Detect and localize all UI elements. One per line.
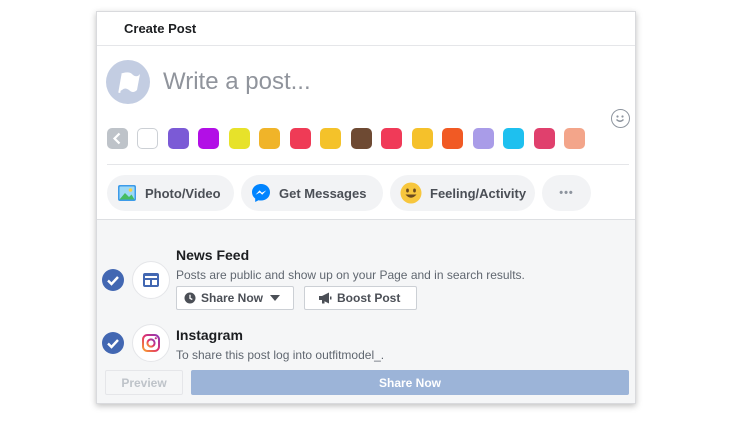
checkmark-icon bbox=[107, 339, 119, 349]
background-swatch[interactable] bbox=[472, 128, 494, 149]
background-swatch[interactable] bbox=[442, 128, 463, 149]
chevron-left-icon bbox=[112, 132, 121, 145]
dialog-header: Create Post bbox=[97, 12, 635, 46]
share-now-label: Share Now bbox=[378, 375, 441, 390]
create-post-dialog: Create Post Write a post... Photo/Video … bbox=[96, 11, 636, 404]
more-icon: ••• bbox=[559, 187, 574, 199]
background-picker bbox=[107, 128, 627, 152]
background-swatch[interactable] bbox=[381, 128, 402, 149]
post-actions: Photo/Video Get Messages Feeling/Activit… bbox=[107, 175, 627, 211]
instagram-icon bbox=[132, 324, 170, 362]
composer[interactable]: Write a post... bbox=[97, 46, 635, 132]
checkmark-icon bbox=[107, 276, 119, 286]
background-swatch[interactable] bbox=[137, 128, 158, 149]
background-picker-collapse-button[interactable] bbox=[107, 128, 128, 149]
instagram-checkbox[interactable] bbox=[102, 332, 124, 354]
news-feed-icon bbox=[132, 261, 170, 299]
background-swatch[interactable] bbox=[259, 128, 280, 149]
megaphone-icon bbox=[319, 292, 332, 304]
messenger-icon bbox=[251, 183, 271, 203]
smiley-icon[interactable] bbox=[611, 109, 630, 128]
post-input[interactable]: Write a post... bbox=[163, 68, 311, 96]
share-now-dropdown-label: Share Now bbox=[201, 291, 264, 305]
background-swatch[interactable] bbox=[350, 128, 372, 149]
background-swatch[interactable] bbox=[564, 128, 585, 149]
background-swatch[interactable] bbox=[503, 128, 524, 149]
get-messages-button[interactable]: Get Messages bbox=[241, 175, 383, 211]
background-swatch[interactable] bbox=[320, 128, 341, 149]
background-swatch[interactable] bbox=[289, 128, 311, 149]
photo-video-button[interactable]: Photo/Video bbox=[107, 175, 234, 211]
flag-icon bbox=[118, 72, 140, 94]
boost-post-button[interactable]: Boost Post bbox=[304, 286, 417, 310]
background-swatch[interactable] bbox=[198, 128, 219, 149]
smiling-face-icon bbox=[400, 182, 422, 204]
get-messages-label: Get Messages bbox=[279, 185, 367, 201]
clock-icon bbox=[184, 292, 196, 304]
feeling-activity-label: Feeling/Activity bbox=[430, 185, 527, 201]
preview-button[interactable]: Preview bbox=[105, 370, 183, 395]
background-swatch[interactable] bbox=[167, 128, 189, 149]
background-swatch[interactable] bbox=[411, 128, 433, 149]
boost-post-label: Boost Post bbox=[337, 291, 401, 305]
background-swatch[interactable] bbox=[228, 128, 250, 149]
news-feed-title: News Feed bbox=[176, 247, 250, 263]
share-now-dropdown[interactable]: Share Now bbox=[176, 286, 294, 310]
divider bbox=[107, 164, 629, 165]
feeling-activity-button[interactable]: Feeling/Activity bbox=[390, 175, 535, 211]
dialog-title: Create Post bbox=[124, 21, 197, 36]
photo-icon bbox=[117, 183, 137, 203]
news-feed-description: Posts are public and show up on your Pag… bbox=[176, 268, 525, 282]
instagram-title: Instagram bbox=[176, 327, 243, 343]
instagram-description: To share this post log into outfitmodel_… bbox=[176, 348, 385, 362]
more-options-button[interactable]: ••• bbox=[542, 175, 591, 211]
page-avatar bbox=[106, 60, 150, 104]
photo-video-label: Photo/Video bbox=[145, 185, 221, 201]
share-now-button[interactable]: Share Now bbox=[191, 370, 629, 395]
news-feed-checkbox[interactable] bbox=[102, 269, 124, 291]
caret-down-icon bbox=[270, 295, 281, 301]
background-swatch[interactable] bbox=[533, 128, 555, 149]
preview-label: Preview bbox=[121, 375, 167, 390]
